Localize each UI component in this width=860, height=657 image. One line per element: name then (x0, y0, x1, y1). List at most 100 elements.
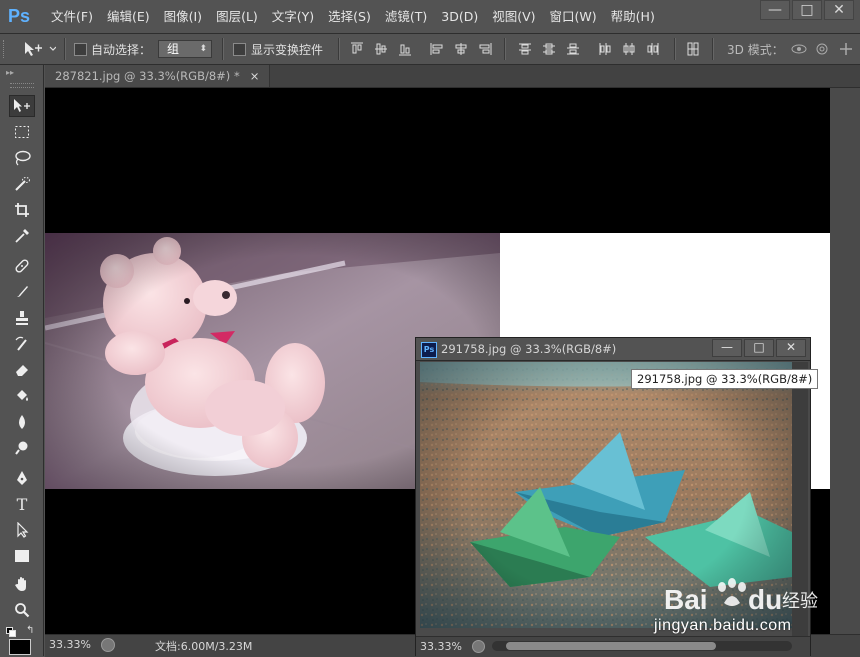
floating-window-title: 291758.jpg @ 33.3%(RGB/8#) (441, 342, 617, 356)
menu-items: 文件(F) 编辑(E) 图像(I) 图层(L) 文字(Y) 选择(S) 滤镜(T… (44, 0, 662, 33)
paint-bucket-tool-icon[interactable] (9, 385, 35, 407)
auto-select-dropdown[interactable]: 组 ⬍ (158, 40, 212, 58)
distribute-vcenter-icon[interactable] (542, 42, 556, 56)
separator (674, 38, 676, 60)
photoshop-document-icon: Ps (421, 342, 437, 358)
separator (712, 38, 714, 60)
document-size: 文档:6.00M/3.23M (155, 640, 253, 653)
distribute-hcenter-icon[interactable] (622, 42, 636, 56)
tools-panel: ▸▸ T ↰ (0, 65, 44, 656)
float-close-button[interactable]: ✕ (776, 339, 806, 357)
floating-window-controls: — □ ✕ (712, 339, 806, 357)
pen-tool-icon[interactable] (9, 467, 35, 489)
separator (338, 38, 340, 60)
floating-horizontal-scrollbar[interactable] (492, 641, 792, 651)
menu-image[interactable]: 图像(I) (157, 0, 209, 33)
menu-view[interactable]: 视图(V) (485, 0, 542, 33)
shape-tool-icon[interactable] (9, 545, 35, 567)
hand-tool-icon[interactable] (9, 573, 35, 595)
svg-text:经验: 经验 (782, 591, 818, 612)
3d-mode-label: 3D 模式： (727, 43, 784, 57)
float-minimize-button[interactable]: — (712, 339, 742, 357)
window-controls: — □ ✕ (760, 0, 854, 20)
document-tab-title: 287821.jpg @ 33.3%(RGB/8#) * (55, 69, 240, 83)
tab-close-icon[interactable]: × (250, 69, 260, 83)
show-transform-checkbox[interactable] (233, 43, 246, 56)
align-bottom-icon[interactable] (398, 42, 412, 56)
distribute-right-icon[interactable] (646, 42, 660, 56)
maximize-button[interactable]: □ (792, 0, 822, 20)
floating-window-titlebar[interactable]: Ps 291758.jpg @ 33.3%(RGB/8#) — □ ✕ (416, 338, 810, 361)
panel-grip[interactable] (10, 83, 34, 88)
float-zoom-level[interactable]: 33.33% (420, 640, 462, 653)
close-button[interactable]: ✕ (824, 0, 854, 20)
minimize-button[interactable]: — (760, 0, 790, 20)
eraser-tool-icon[interactable] (9, 359, 35, 381)
show-transform-label: 显示变换控件 (251, 43, 324, 57)
svg-text:Bai: Bai (664, 584, 708, 615)
menu-bar: Ps 文件(F) 编辑(E) 图像(I) 图层(L) 文字(Y) 选择(S) 滤… (0, 0, 860, 34)
document-tooltip: 291758.jpg @ 33.3%(RGB/8#) (631, 369, 819, 389)
dropdown-arrow-icon: ⬍ (199, 44, 207, 54)
3d-orbit-icon[interactable] (790, 42, 808, 56)
floating-status-bar: 33.33% (416, 636, 810, 656)
auto-select-value: 组 (167, 42, 180, 56)
status-info-icon[interactable] (101, 638, 115, 652)
separator (222, 38, 224, 60)
separator (504, 38, 506, 60)
options-grip[interactable] (3, 40, 10, 58)
foreground-color-swatch[interactable] (9, 639, 31, 655)
menu-select[interactable]: 选择(S) (321, 0, 378, 33)
menu-window[interactable]: 窗口(W) (543, 0, 604, 33)
menu-layer[interactable]: 图层(L) (209, 0, 265, 33)
menu-3d[interactable]: 3D(D) (434, 0, 485, 33)
menu-filter[interactable]: 滤镜(T) (378, 0, 434, 33)
align-right-icon[interactable] (478, 42, 492, 56)
swap-colors-icon[interactable]: ↰ (26, 625, 34, 636)
3d-roll-icon[interactable] (814, 42, 830, 56)
crop-tool-icon[interactable] (9, 199, 35, 221)
path-select-tool-icon[interactable] (9, 519, 35, 541)
default-colors-icon[interactable] (6, 626, 16, 637)
menu-help[interactable]: 帮助(H) (604, 0, 662, 33)
brush-tool-icon[interactable] (9, 281, 35, 303)
marquee-tool-icon[interactable] (9, 121, 35, 143)
eyedropper-tool-icon[interactable] (9, 225, 35, 247)
menu-type[interactable]: 文字(Y) (265, 0, 321, 33)
align-vcenter-icon[interactable] (374, 42, 388, 56)
auto-select-label: 自动选择： (91, 43, 152, 57)
collapse-panel-icon[interactable]: ▸▸ (6, 68, 14, 77)
dodge-tool-icon[interactable] (9, 437, 35, 459)
distribute-top-icon[interactable] (518, 42, 532, 56)
align-top-icon[interactable] (350, 42, 364, 56)
auto-align-icon[interactable] (686, 42, 700, 56)
watermark-url: jingyan.baidu.com (654, 617, 792, 634)
distribute-left-icon[interactable] (598, 42, 612, 56)
options-bar: 自动选择： 组 ⬍ 显示变换控件 3D 模式： (0, 34, 860, 65)
move-tool-preset-icon[interactable] (22, 41, 57, 60)
3d-drag-icon[interactable] (838, 42, 854, 56)
photoshop-logo: Ps (8, 6, 31, 26)
align-hcenter-icon[interactable] (454, 42, 468, 56)
type-tool-icon[interactable]: T (9, 493, 35, 515)
separator (64, 38, 66, 60)
zoom-tool-icon[interactable] (9, 599, 35, 621)
menu-file[interactable]: 文件(F) (44, 0, 100, 33)
healing-brush-tool-icon[interactable] (9, 255, 35, 277)
document-tab[interactable]: 287821.jpg @ 33.3%(RGB/8#) * × (45, 65, 271, 87)
lasso-tool-icon[interactable] (9, 147, 35, 169)
move-tool-icon[interactable] (9, 95, 35, 117)
scrollbar-thumb[interactable] (506, 642, 716, 650)
quick-select-tool-icon[interactable] (9, 173, 35, 195)
float-status-info-icon[interactable] (472, 640, 485, 653)
menu-edit[interactable]: 编辑(E) (100, 0, 157, 33)
zoom-level[interactable]: 33.33% (49, 638, 91, 651)
distribute-bottom-icon[interactable] (566, 42, 580, 56)
float-maximize-button[interactable]: □ (744, 339, 774, 357)
blur-tool-icon[interactable] (9, 411, 35, 433)
auto-select-checkbox[interactable] (74, 43, 87, 56)
history-brush-tool-icon[interactable] (9, 333, 35, 355)
align-left-icon[interactable] (430, 42, 444, 56)
clone-stamp-tool-icon[interactable] (9, 307, 35, 329)
main-canvas-margin (830, 88, 860, 634)
